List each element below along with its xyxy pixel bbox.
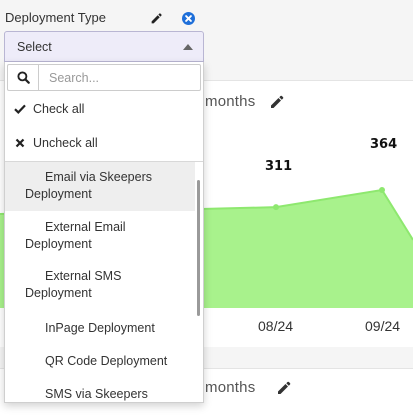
check-all-button[interactable]: Check all — [5, 94, 203, 124]
card-heading: months — [205, 379, 256, 396]
search-row — [5, 62, 203, 94]
option-email-via-skeepers[interactable]: Email via Skeepers Deployment — [5, 162, 195, 211]
data-point[interactable] — [379, 186, 385, 193]
check-icon — [13, 102, 27, 116]
pencil-icon[interactable] — [145, 7, 167, 29]
card-heading: months — [205, 93, 256, 110]
pencil-icon[interactable] — [269, 94, 285, 110]
caret-up-icon — [183, 44, 193, 50]
option-sms-via-skeepers[interactable]: SMS via Skeepers — [5, 380, 195, 402]
option-inpage[interactable]: InPage Deployment — [5, 314, 195, 344]
pencil-icon[interactable] — [276, 380, 292, 396]
data-label: 364 — [370, 137, 398, 152]
option-external-email[interactable]: External Email Deployment — [5, 213, 195, 261]
x-icon — [13, 136, 27, 150]
select-value: Select — [17, 40, 52, 54]
filter-label: Deployment Type — [5, 10, 106, 25]
x-tick-label: 09/24 — [365, 318, 401, 334]
scrollbar[interactable] — [197, 180, 200, 316]
data-label: 311 — [265, 159, 293, 174]
search-icon — [7, 64, 38, 91]
dropdown-menu: Check all Uncheck all Email via Skeepers… — [4, 62, 204, 403]
x-tick-label: 08/24 — [258, 318, 294, 334]
uncheck-all-label: Uncheck all — [33, 136, 98, 150]
data-point[interactable] — [273, 204, 279, 211]
uncheck-all-button[interactable]: Uncheck all — [5, 128, 203, 158]
close-circle-icon[interactable] — [177, 7, 199, 29]
deployment-type-select[interactable]: Select — [4, 31, 204, 62]
option-external-sms[interactable]: External SMS Deployment — [5, 262, 195, 310]
option-qr-code[interactable]: QR Code Deployment — [5, 347, 195, 377]
search-input[interactable] — [38, 64, 201, 91]
check-all-label: Check all — [33, 102, 85, 116]
